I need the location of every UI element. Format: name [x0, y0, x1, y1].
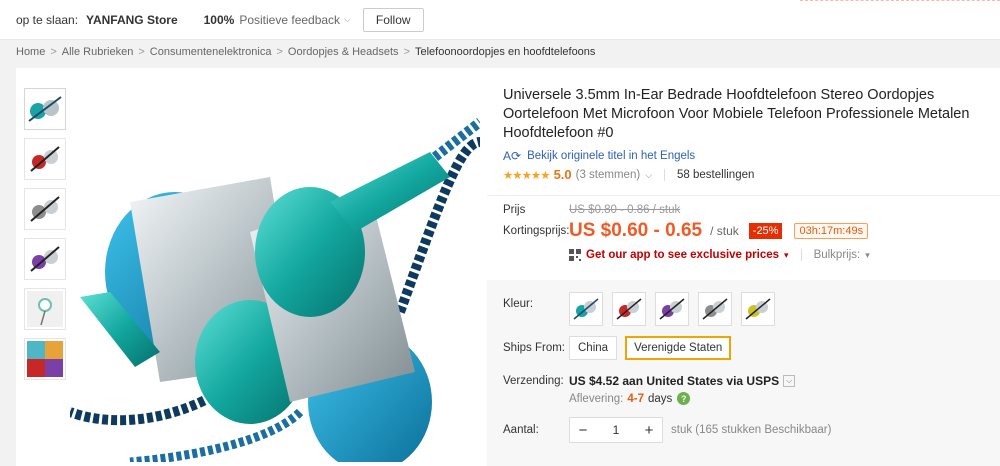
earphone-thumb-icon — [28, 96, 62, 122]
earphone-swatch-icon — [573, 298, 599, 320]
thumbnail-1[interactable] — [24, 88, 66, 130]
delivery-unit: days — [647, 392, 673, 405]
shipping-fee: US $4.52 aan United States via USPS — [569, 374, 780, 388]
thumbnail-5[interactable] — [24, 288, 66, 330]
main-product-image[interactable] — [68, 82, 484, 466]
divider — [487, 195, 1000, 196]
store-name-link[interactable]: YANFANG Store — [86, 13, 178, 27]
feedback-percent: 100% — [203, 12, 235, 27]
votes-dropdown[interactable]: (3 stemmen) ⌵ — [576, 169, 652, 181]
quantity-label: Aantal: — [503, 424, 539, 436]
breadcrumb-home[interactable]: Home — [16, 46, 45, 58]
earphone-thumb-icon — [30, 146, 60, 172]
color-swatches — [569, 292, 775, 326]
earphone-swatch-icon — [702, 298, 728, 320]
app-promo-link[interactable]: Get our app to see exclusive prices — [586, 249, 779, 261]
thumbnail-4[interactable] — [24, 238, 66, 280]
product-title: Universele 3.5mm In-Ear Bedrade Hoofdtel… — [503, 87, 970, 141]
divider — [800, 249, 802, 261]
orders-count: 58 bestellingen — [677, 168, 755, 181]
color-swatch-yellow[interactable] — [741, 292, 775, 326]
price-label: Prijs — [503, 204, 526, 216]
follow-button[interactable]: Follow — [362, 7, 424, 32]
earphone-thumb-icon — [27, 341, 63, 377]
decrease-button[interactable]: − — [570, 422, 596, 439]
rating-score: 5.0 — [553, 167, 572, 182]
top-divider — [800, 0, 1000, 3]
ships-from-us[interactable]: Verenigde Staten — [625, 336, 732, 360]
earphone-swatch-icon — [659, 298, 685, 320]
chevron-down-icon: ⌵ — [344, 14, 351, 24]
countdown-timer: 03h:17m:49s — [794, 223, 869, 239]
breadcrumb-separator: > — [50, 46, 57, 58]
votes-label: (3 stemmen) — [575, 168, 641, 181]
earphone-swatch-icon — [616, 298, 642, 320]
chevron-down-icon: ⌵ — [645, 169, 653, 180]
product-info: Universele 3.5mm In-Ear Bedrade Hoofdtel… — [503, 86, 993, 182]
old-price: US $0.80 - 0.86 / stuk — [569, 204, 681, 216]
thumbnail-2[interactable] — [24, 138, 66, 180]
translate-icon: A⟳ — [503, 149, 522, 163]
store-goto-label: op te slaan: — [16, 12, 79, 27]
caret-down-icon[interactable]: ▾ — [784, 250, 789, 261]
breadcrumb-separator: > — [138, 46, 145, 58]
shipping-dropdown-icon[interactable]: ⌵ — [783, 375, 796, 387]
color-swatch-teal[interactable] — [569, 292, 603, 326]
price-area: Prijs US $0.80 - 0.86 / stuk Kortingspri… — [503, 204, 993, 261]
qr-code-icon — [569, 249, 581, 261]
app-promo-row: Get our app to see exclusive prices ▾ Bu… — [569, 249, 993, 261]
delivery-label: Aflevering: — [569, 392, 624, 405]
help-icon[interactable]: ? — [677, 392, 691, 405]
breadcrumb-earphones[interactable]: Oordopjes & Headsets — [288, 46, 399, 58]
ships-from-china[interactable]: China — [569, 336, 618, 360]
shipping-label: Verzending: — [503, 375, 564, 387]
breadcrumb-electronics[interactable]: Consumentenelektronica — [150, 46, 272, 58]
breadcrumb: Home > Alle Rubrieken > Consumentenelekt… — [16, 46, 595, 58]
quantity-value[interactable]: 1 — [596, 423, 636, 437]
earphone-swatch-icon — [745, 298, 771, 320]
feedback-dropdown[interactable]: Positieve feedback ⌵ — [239, 13, 351, 27]
color-label: Kleur: — [503, 298, 534, 310]
store-bar: op te slaan: YANFANG Store 100% Positiev… — [0, 0, 1000, 40]
thumbnail-3[interactable] — [24, 188, 66, 230]
price-unit: / stuk — [710, 224, 739, 238]
quantity-stepper: − 1 + — [569, 417, 663, 443]
breadcrumb-current[interactable]: Telefoonoordopjes en hoofdtelefoons — [415, 46, 595, 58]
thumbnail-6[interactable] — [24, 338, 66, 380]
earphones-image — [68, 118, 484, 466]
feedback-label: Positieve feedback — [239, 12, 341, 27]
color-swatch-grey[interactable] — [698, 292, 732, 326]
discount-price-label: Kortingsprijs: — [503, 225, 570, 237]
discount-price: US $0.60 - 0.65 — [569, 220, 703, 241]
original-title-link[interactable]: A⟳ Bekijk originele titel in het Engels — [503, 149, 993, 163]
color-swatch-purple[interactable] — [655, 292, 689, 326]
rating-row: ★★★★★ 5.0 (3 stemmen) ⌵ 58 bestellingen — [503, 167, 993, 182]
discount-badge: -25% — [748, 223, 783, 239]
divider — [664, 168, 666, 181]
bulk-price-label: Bulkprijs: — [813, 249, 861, 261]
breadcrumb-separator: > — [403, 46, 410, 58]
product-options: Kleur: Ships From: China Verenigde State… — [503, 292, 993, 443]
stock-info: stuk (165 stukken Beschikbaar) — [671, 424, 832, 436]
caret-down-icon: ▾ — [865, 250, 870, 260]
delivery-days: 4-7 — [627, 392, 644, 405]
breadcrumb-separator: > — [276, 46, 283, 58]
increase-button[interactable]: + — [636, 422, 662, 439]
ships-from-label: Ships From: — [503, 342, 565, 354]
earphone-thumb-icon — [30, 196, 60, 222]
color-swatch-red[interactable] — [612, 292, 646, 326]
original-title-label: Bekijk originele titel in het Engels — [527, 150, 696, 162]
earphone-thumb-icon — [27, 291, 63, 327]
star-rating-icon: ★★★★★ — [503, 169, 551, 182]
breadcrumb-all-categories[interactable]: Alle Rubrieken — [62, 46, 134, 58]
bulk-price-dropdown[interactable]: Bulkprijs: ▾ — [814, 249, 870, 261]
thumbnail-list — [24, 88, 66, 380]
earphone-thumb-icon — [30, 246, 60, 272]
